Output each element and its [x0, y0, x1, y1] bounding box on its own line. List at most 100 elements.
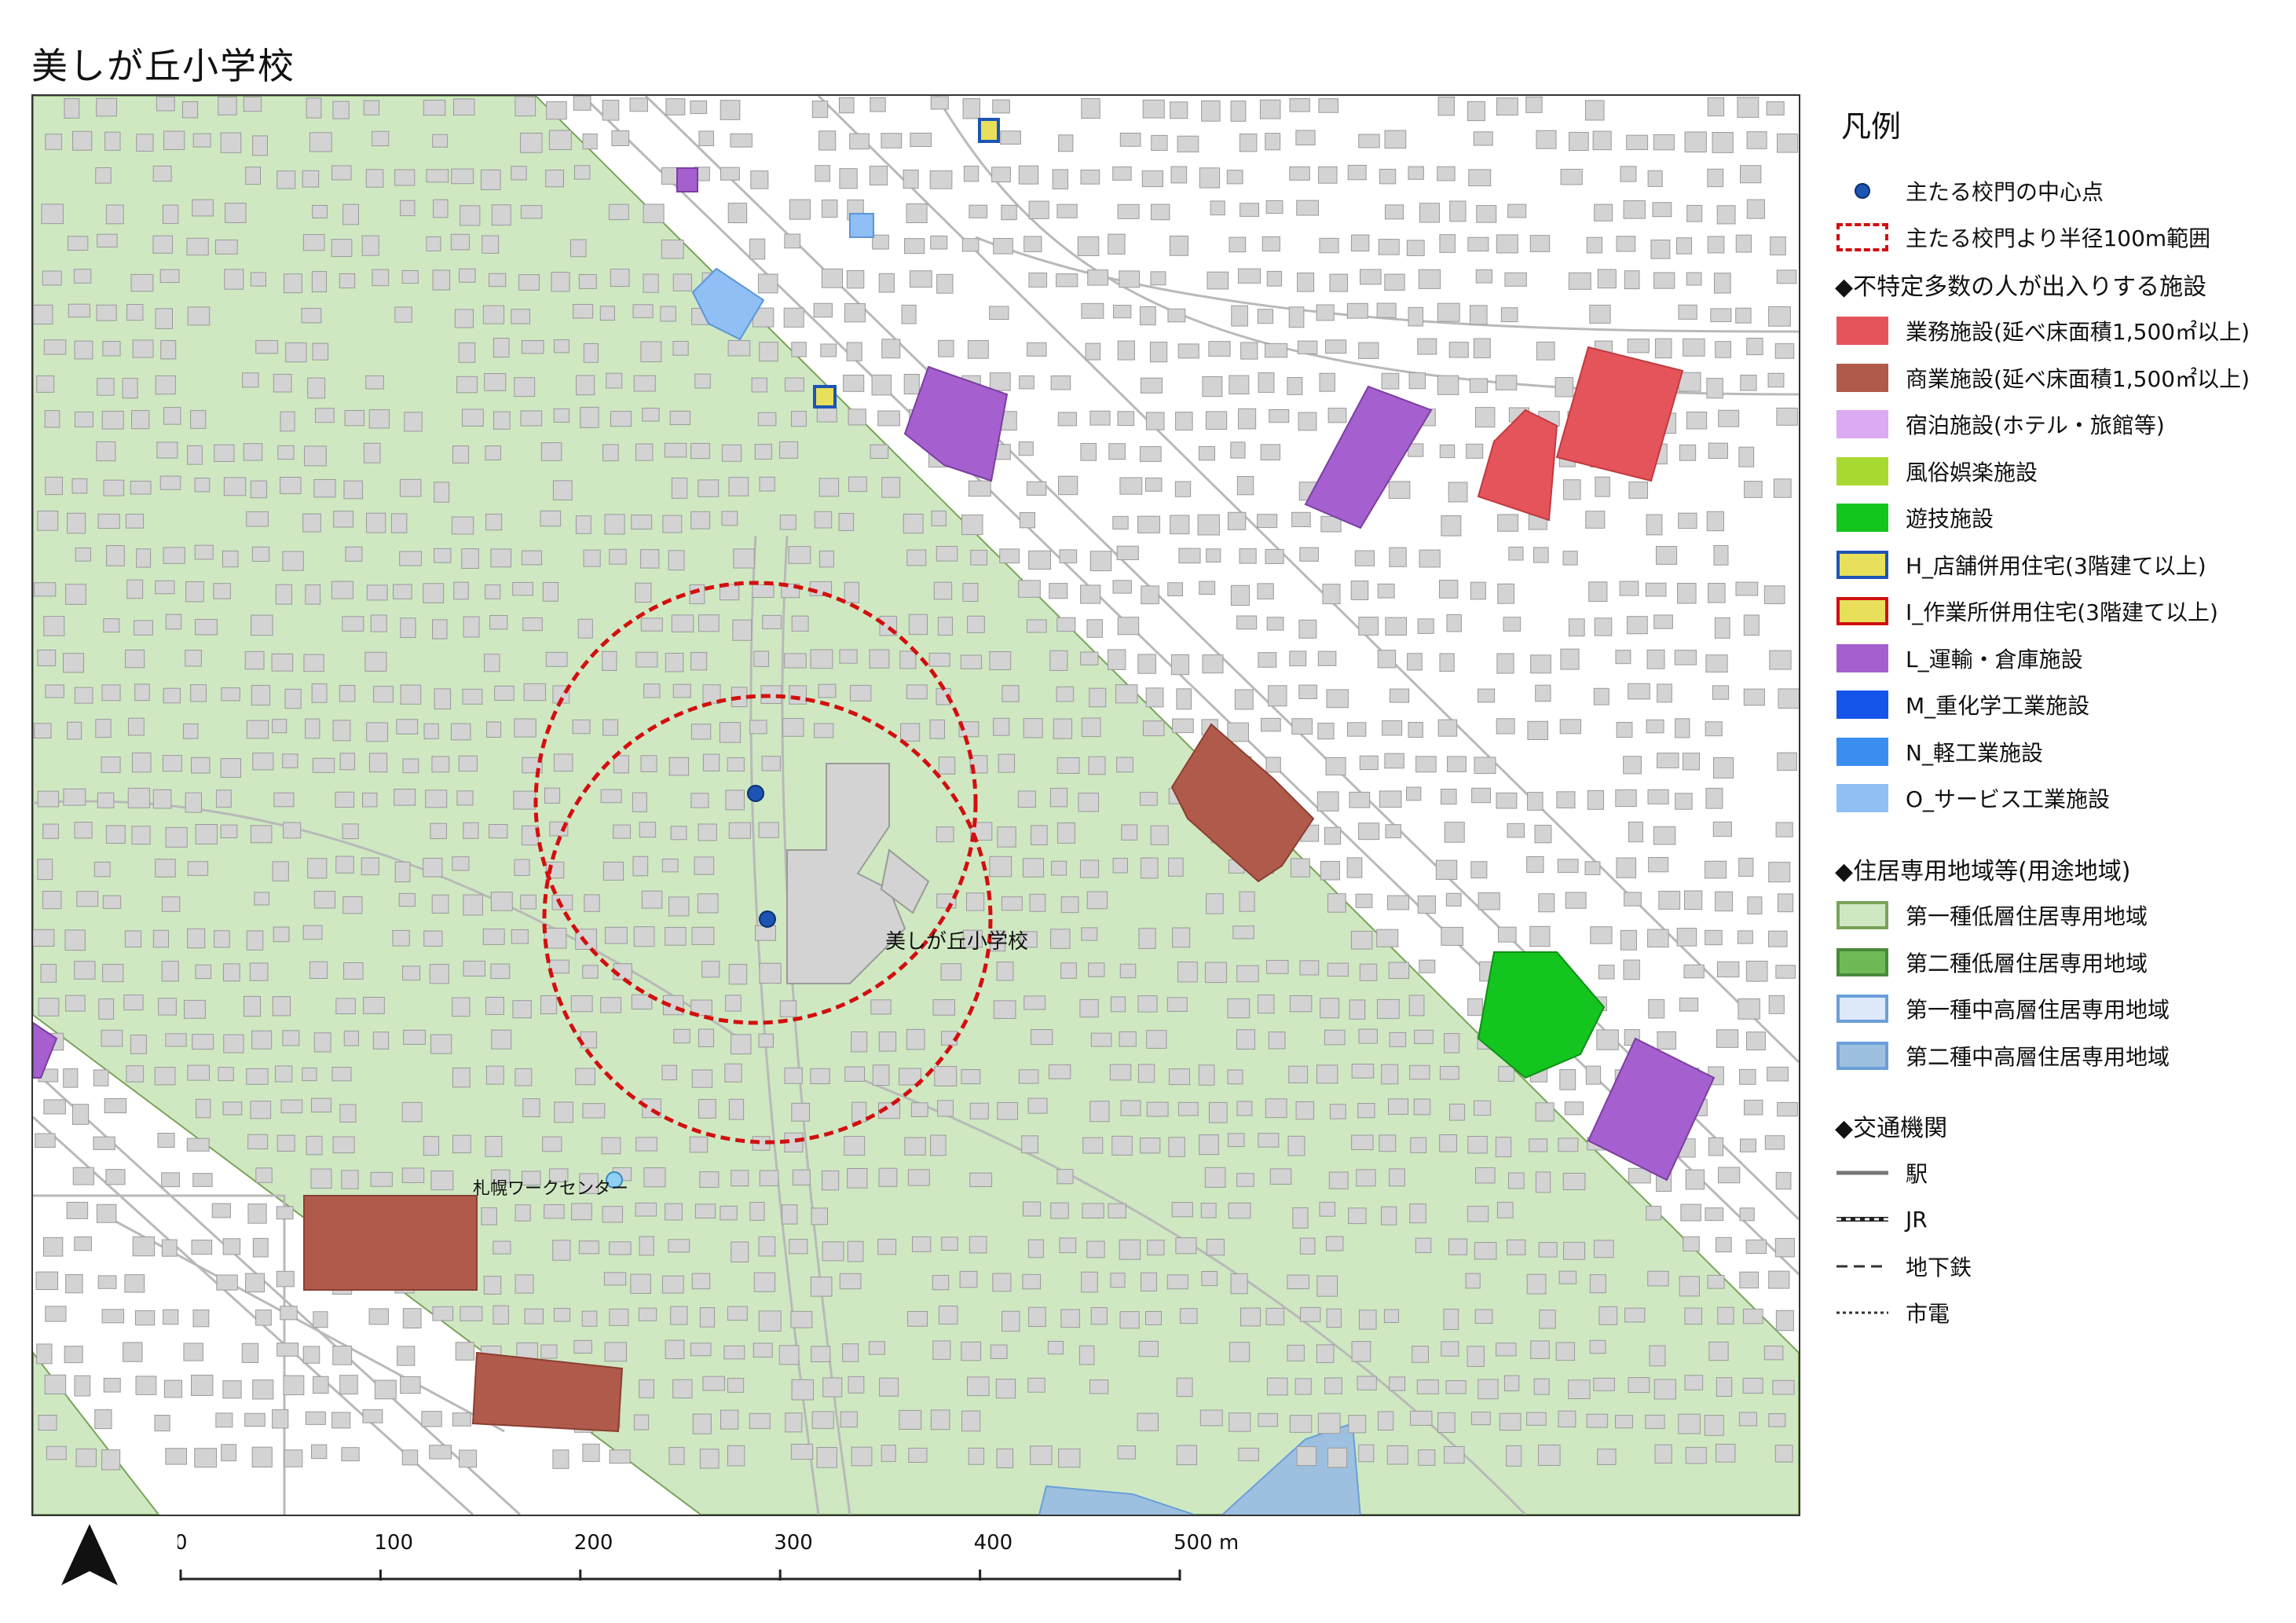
building — [74, 961, 96, 980]
building — [1475, 269, 1492, 284]
building — [165, 614, 182, 630]
building — [155, 580, 175, 595]
legend-label: 商業施設(延べ床面積1,500㎡以上) — [1906, 365, 2250, 392]
map-canvas[interactable]: 美しが丘小学校 札幌ワークセンター — [33, 96, 1799, 1515]
building — [1685, 1169, 1705, 1190]
legend-zones-list: 第一種低層住居専用地域 第二種低層住居専用地域 第一種中高層住居専用地域 第二種中高層… — [1835, 892, 2291, 1079]
building — [785, 1412, 803, 1433]
building — [272, 861, 289, 881]
legend-transport-item: 駅 — [1835, 1149, 2291, 1196]
building — [727, 1445, 745, 1467]
building — [1568, 618, 1585, 637]
building — [1653, 272, 1675, 289]
building — [1384, 753, 1404, 769]
building — [1289, 98, 1310, 112]
commercial-facility-2[interactable] — [303, 1195, 478, 1291]
building — [1057, 412, 1078, 427]
main-gate-point-south[interactable] — [759, 910, 776, 928]
building — [1109, 1064, 1132, 1081]
transport-facility-3[interactable] — [1587, 1037, 1716, 1182]
building — [1238, 1447, 1259, 1462]
building — [1236, 1029, 1256, 1050]
building — [671, 477, 688, 499]
building — [1170, 515, 1190, 535]
building — [838, 513, 855, 531]
building — [1319, 372, 1335, 392]
building — [1470, 305, 1488, 325]
building — [1530, 654, 1551, 674]
building — [671, 614, 694, 632]
building — [759, 342, 778, 362]
building — [126, 303, 144, 321]
building — [1538, 1444, 1561, 1466]
transport-facility-5[interactable] — [676, 167, 698, 192]
building — [363, 100, 380, 115]
building — [600, 997, 622, 1013]
building — [131, 410, 150, 430]
building — [452, 1134, 471, 1154]
building — [668, 896, 690, 917]
building — [1229, 1342, 1251, 1362]
building — [869, 165, 888, 186]
building — [814, 723, 834, 738]
building — [791, 615, 809, 632]
building — [1439, 1065, 1459, 1080]
building — [838, 97, 855, 114]
building — [1060, 962, 1077, 979]
building — [816, 407, 837, 423]
building — [250, 1101, 272, 1119]
shop-house-2[interactable] — [978, 118, 1000, 143]
building — [1327, 408, 1347, 423]
building — [1443, 1445, 1465, 1464]
building — [401, 1167, 425, 1183]
building — [335, 998, 356, 1015]
building — [1389, 1376, 1406, 1391]
building — [400, 617, 416, 638]
building — [719, 722, 742, 743]
building — [698, 479, 720, 497]
building — [343, 1030, 359, 1046]
building — [399, 478, 422, 497]
building — [1624, 892, 1642, 907]
building — [582, 1103, 606, 1119]
building — [402, 965, 421, 981]
building — [602, 1206, 624, 1223]
building — [1329, 273, 1349, 292]
building — [105, 825, 126, 844]
map-frame[interactable]: 美しが丘小学校 札幌ワークセンター — [31, 94, 1800, 1516]
shop-house[interactable] — [813, 385, 837, 408]
building — [521, 339, 544, 354]
building — [35, 1271, 59, 1291]
building — [966, 892, 985, 911]
building — [1474, 1309, 1493, 1324]
main-gate-point-north[interactable] — [747, 785, 764, 802]
building — [1258, 1133, 1280, 1148]
building — [302, 1067, 317, 1082]
building — [1111, 1135, 1133, 1156]
legend-facility-swatch — [1835, 689, 1890, 720]
building — [332, 1136, 355, 1154]
building — [1415, 1237, 1432, 1253]
scale-bar: 0 100 200 300 400 500 m — [174, 1524, 1293, 1595]
building — [313, 1032, 331, 1053]
building — [1088, 962, 1105, 977]
building — [782, 1204, 798, 1225]
building — [749, 1201, 765, 1221]
building — [755, 925, 776, 941]
building — [1717, 1306, 1734, 1324]
building — [101, 1029, 123, 1047]
radius-range-symbol — [1835, 222, 1890, 253]
building — [1117, 340, 1135, 361]
light-industry-facility-2[interactable] — [849, 213, 874, 238]
transport-facility-2[interactable] — [1304, 385, 1433, 529]
building — [635, 443, 654, 461]
building — [1350, 234, 1370, 252]
building — [339, 1104, 357, 1123]
building — [1257, 583, 1274, 599]
building — [101, 757, 121, 773]
building — [282, 753, 298, 768]
building — [1445, 892, 1462, 907]
building — [362, 1409, 383, 1423]
building — [1408, 995, 1425, 1017]
building — [1019, 375, 1034, 390]
